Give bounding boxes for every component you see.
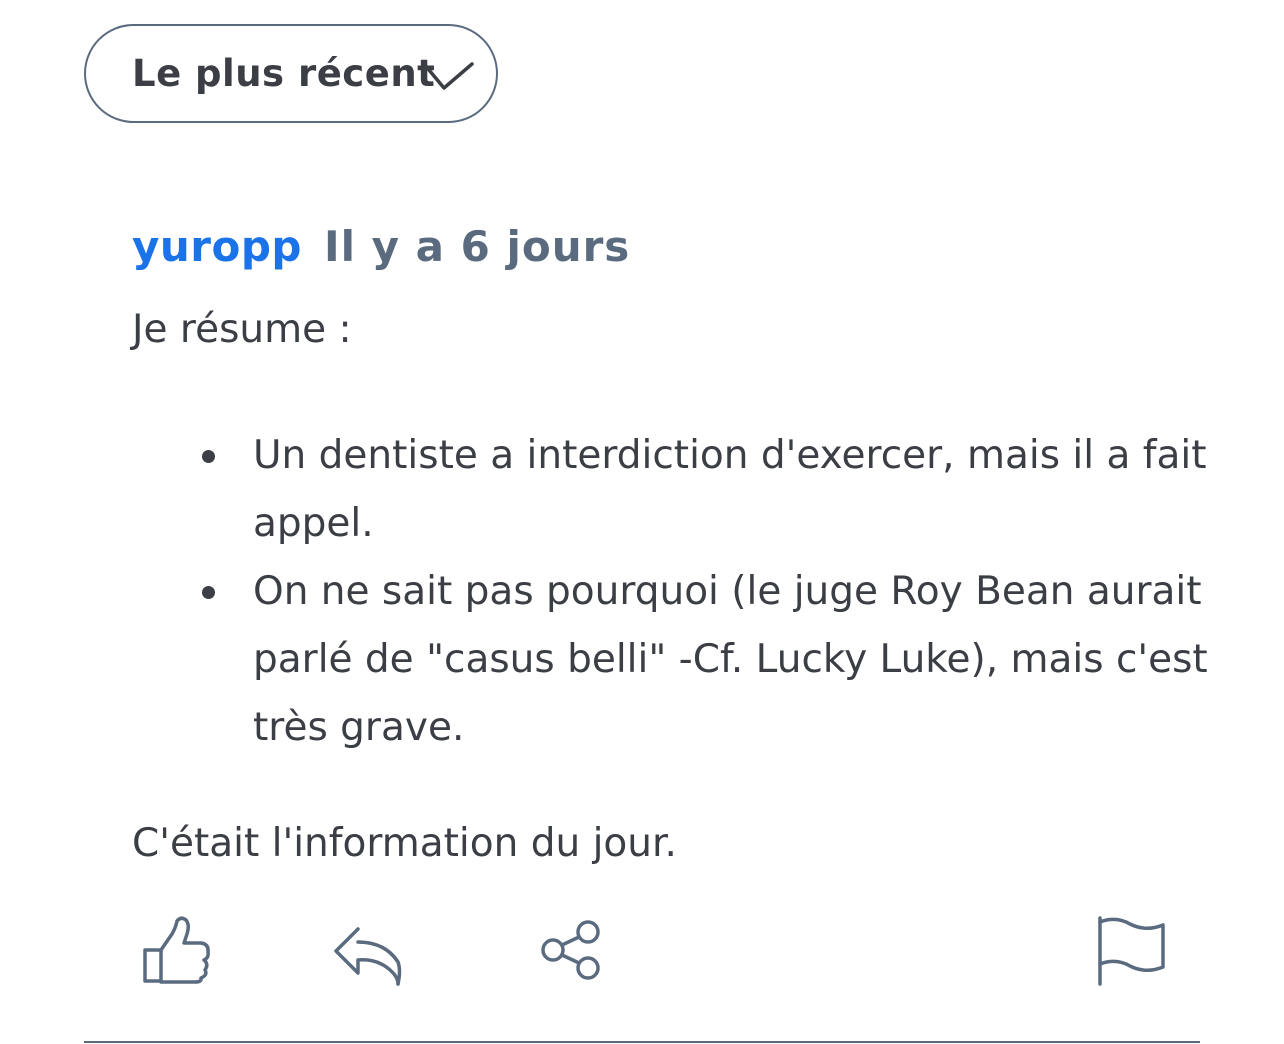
comment-author[interactable]: yuropp bbox=[132, 222, 302, 271]
sort-dropdown[interactable]: Le plus récent bbox=[84, 24, 498, 123]
bullet-dot bbox=[202, 450, 215, 463]
comment-header: yuropp Il y a 6 jours bbox=[132, 222, 630, 271]
bullet-text: On ne sait pas pourquoi (le juge Roy Bea… bbox=[253, 569, 1208, 750]
reply-icon[interactable] bbox=[330, 924, 404, 988]
divider bbox=[84, 1041, 1200, 1043]
comment-outro: C'était l'information du jour. bbox=[132, 821, 677, 866]
list-item: Un dentiste a interdiction d'exercer, ma… bbox=[132, 422, 1212, 558]
comment-bullet-list: Un dentiste a interdiction d'exercer, ma… bbox=[132, 422, 1212, 762]
comment-timestamp: Il y a 6 jours bbox=[323, 222, 631, 271]
bullet-text: Un dentiste a interdiction d'exercer, ma… bbox=[253, 433, 1207, 546]
bullet-dot bbox=[202, 586, 215, 599]
thumbs-up-icon[interactable] bbox=[140, 914, 214, 986]
flag-icon[interactable] bbox=[1094, 914, 1168, 986]
share-icon[interactable] bbox=[536, 918, 606, 982]
comment-intro: Je résume : bbox=[132, 307, 352, 352]
sort-label: Le plus récent bbox=[132, 52, 436, 95]
comment-body: Je résume : Un dentiste a interdiction d… bbox=[132, 296, 1212, 878]
list-item: On ne sait pas pourquoi (le juge Roy Bea… bbox=[132, 558, 1212, 762]
chevron-down-icon bbox=[422, 62, 474, 90]
